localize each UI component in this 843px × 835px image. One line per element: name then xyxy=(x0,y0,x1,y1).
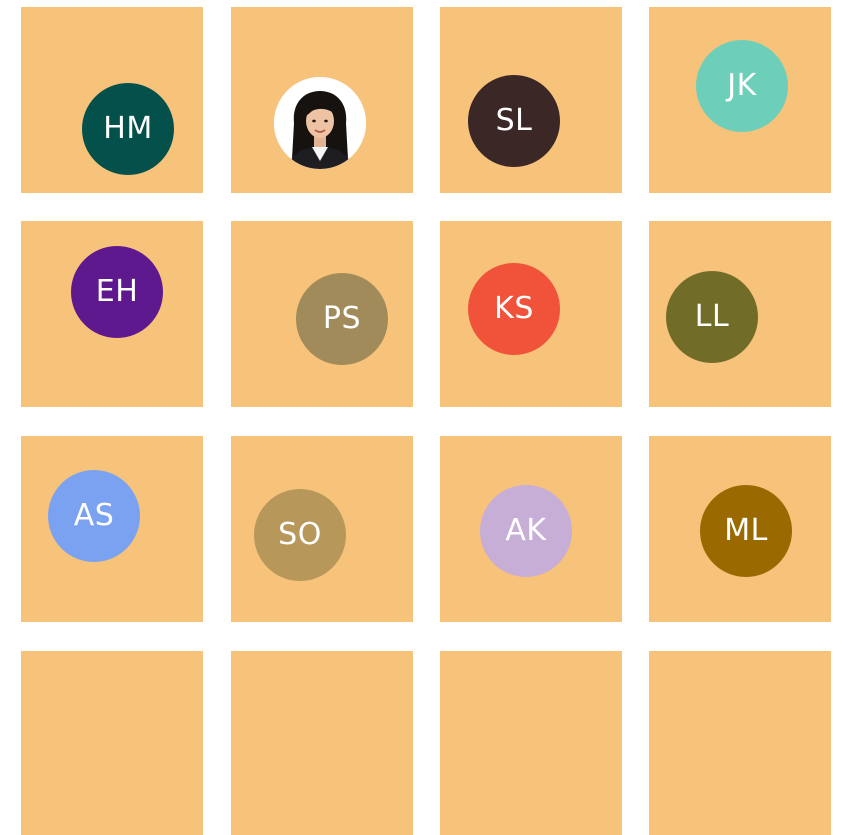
grid-tile[interactable]: ML xyxy=(649,436,831,622)
grid-tile[interactable]: KS xyxy=(440,221,622,407)
empty-grid-tile[interactable] xyxy=(231,651,413,835)
grid-tile[interactable]: AK xyxy=(440,436,622,622)
avatar-as[interactable]: AS xyxy=(48,470,140,562)
grid-tile[interactable]: EH xyxy=(21,221,203,407)
avatar-hm[interactable]: HM xyxy=(82,83,174,175)
avatar-ll[interactable]: LL xyxy=(666,271,758,363)
user-photo-icon xyxy=(274,77,366,169)
avatar-initials: SO xyxy=(278,517,322,552)
avatar-eh[interactable]: EH xyxy=(71,246,163,338)
avatar-initials: HM xyxy=(103,111,153,146)
avatar-initials: KS xyxy=(494,291,534,326)
grid-tile[interactable] xyxy=(231,7,413,193)
grid-tile[interactable]: HM xyxy=(21,7,203,193)
avatar-initials: AS xyxy=(73,498,115,533)
avatar-sl[interactable]: SL xyxy=(468,75,560,167)
avatar-ps[interactable]: PS xyxy=(296,273,388,365)
grid-tile[interactable]: LL xyxy=(649,221,831,407)
grid-tile[interactable]: JK xyxy=(649,7,831,193)
avatar-ak[interactable]: AK xyxy=(480,485,572,577)
avatar-tile-grid: HM SL JK EH PS KS LL AS SO AK ML xyxy=(0,0,843,835)
avatar-initials: JK xyxy=(727,68,757,103)
avatar-initials: AK xyxy=(505,513,547,548)
grid-tile[interactable]: SL xyxy=(440,7,622,193)
empty-grid-tile[interactable] xyxy=(21,651,203,835)
empty-grid-tile[interactable] xyxy=(649,651,831,835)
avatar-initials: EH xyxy=(95,274,139,309)
user-photo-avatar[interactable] xyxy=(274,77,366,169)
avatar-ks[interactable]: KS xyxy=(468,263,560,355)
avatar-initials: ML xyxy=(724,513,768,548)
avatar-initials: SL xyxy=(495,103,533,138)
avatar-initials: LL xyxy=(694,299,730,334)
grid-tile[interactable]: PS xyxy=(231,221,413,407)
avatar-ml[interactable]: ML xyxy=(700,485,792,577)
empty-grid-tile[interactable] xyxy=(440,651,622,835)
grid-tile[interactable]: SO xyxy=(231,436,413,622)
avatar-jk[interactable]: JK xyxy=(696,40,788,132)
avatar-so[interactable]: SO xyxy=(254,489,346,581)
grid-tile[interactable]: AS xyxy=(21,436,203,622)
avatar-initials: PS xyxy=(322,301,362,336)
